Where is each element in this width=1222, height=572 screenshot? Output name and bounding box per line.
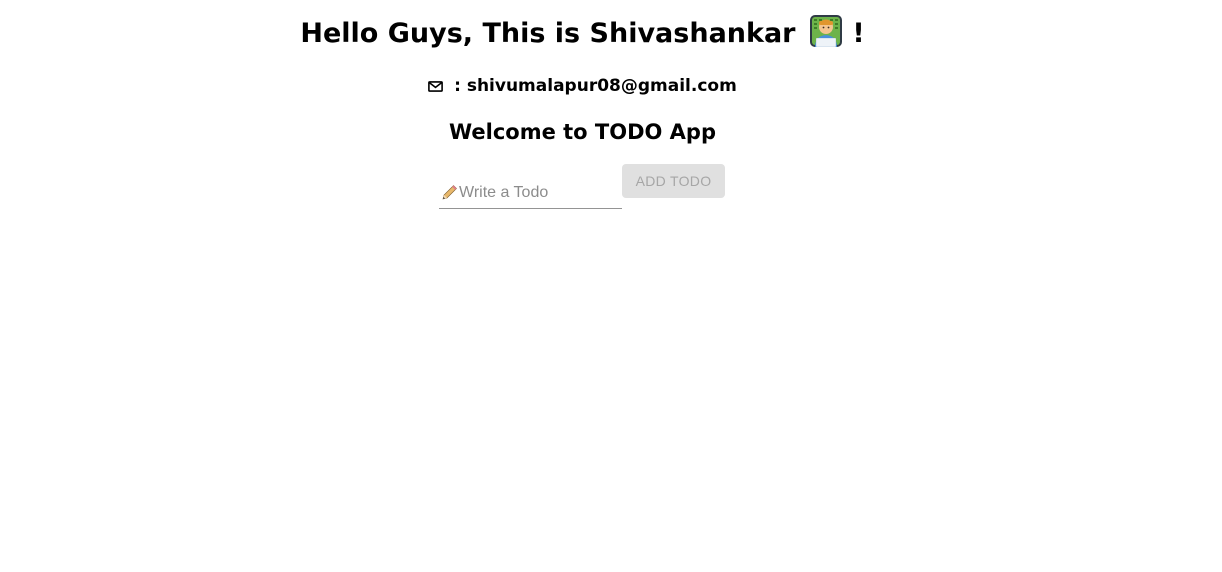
todo-form: ADD TODO	[439, 164, 729, 210]
email-address: shivumalapur08@gmail.com	[466, 76, 737, 96]
pencil-icon	[442, 185, 457, 200]
headline-text: Hello Guys, This is Shivashankar	[300, 18, 805, 49]
page-headline: Hello Guys, This is Shivashankar !	[0, 14, 1165, 54]
page: Hello Guys, This is Shivashankar ! : shi…	[0, 0, 1222, 572]
email-separator: :	[454, 76, 467, 96]
app-title: Welcome to TODO App	[448, 120, 717, 144]
contact-email-row: : shivumalapur08@gmail.com	[0, 73, 1165, 99]
todo-input-wrapper	[439, 178, 622, 209]
headline-exclamation: !	[852, 18, 865, 49]
technologist-emoji-icon	[809, 15, 842, 47]
todo-input[interactable]	[459, 181, 619, 205]
add-todo-button[interactable]: ADD TODO	[622, 164, 725, 198]
envelope-icon	[428, 81, 444, 92]
